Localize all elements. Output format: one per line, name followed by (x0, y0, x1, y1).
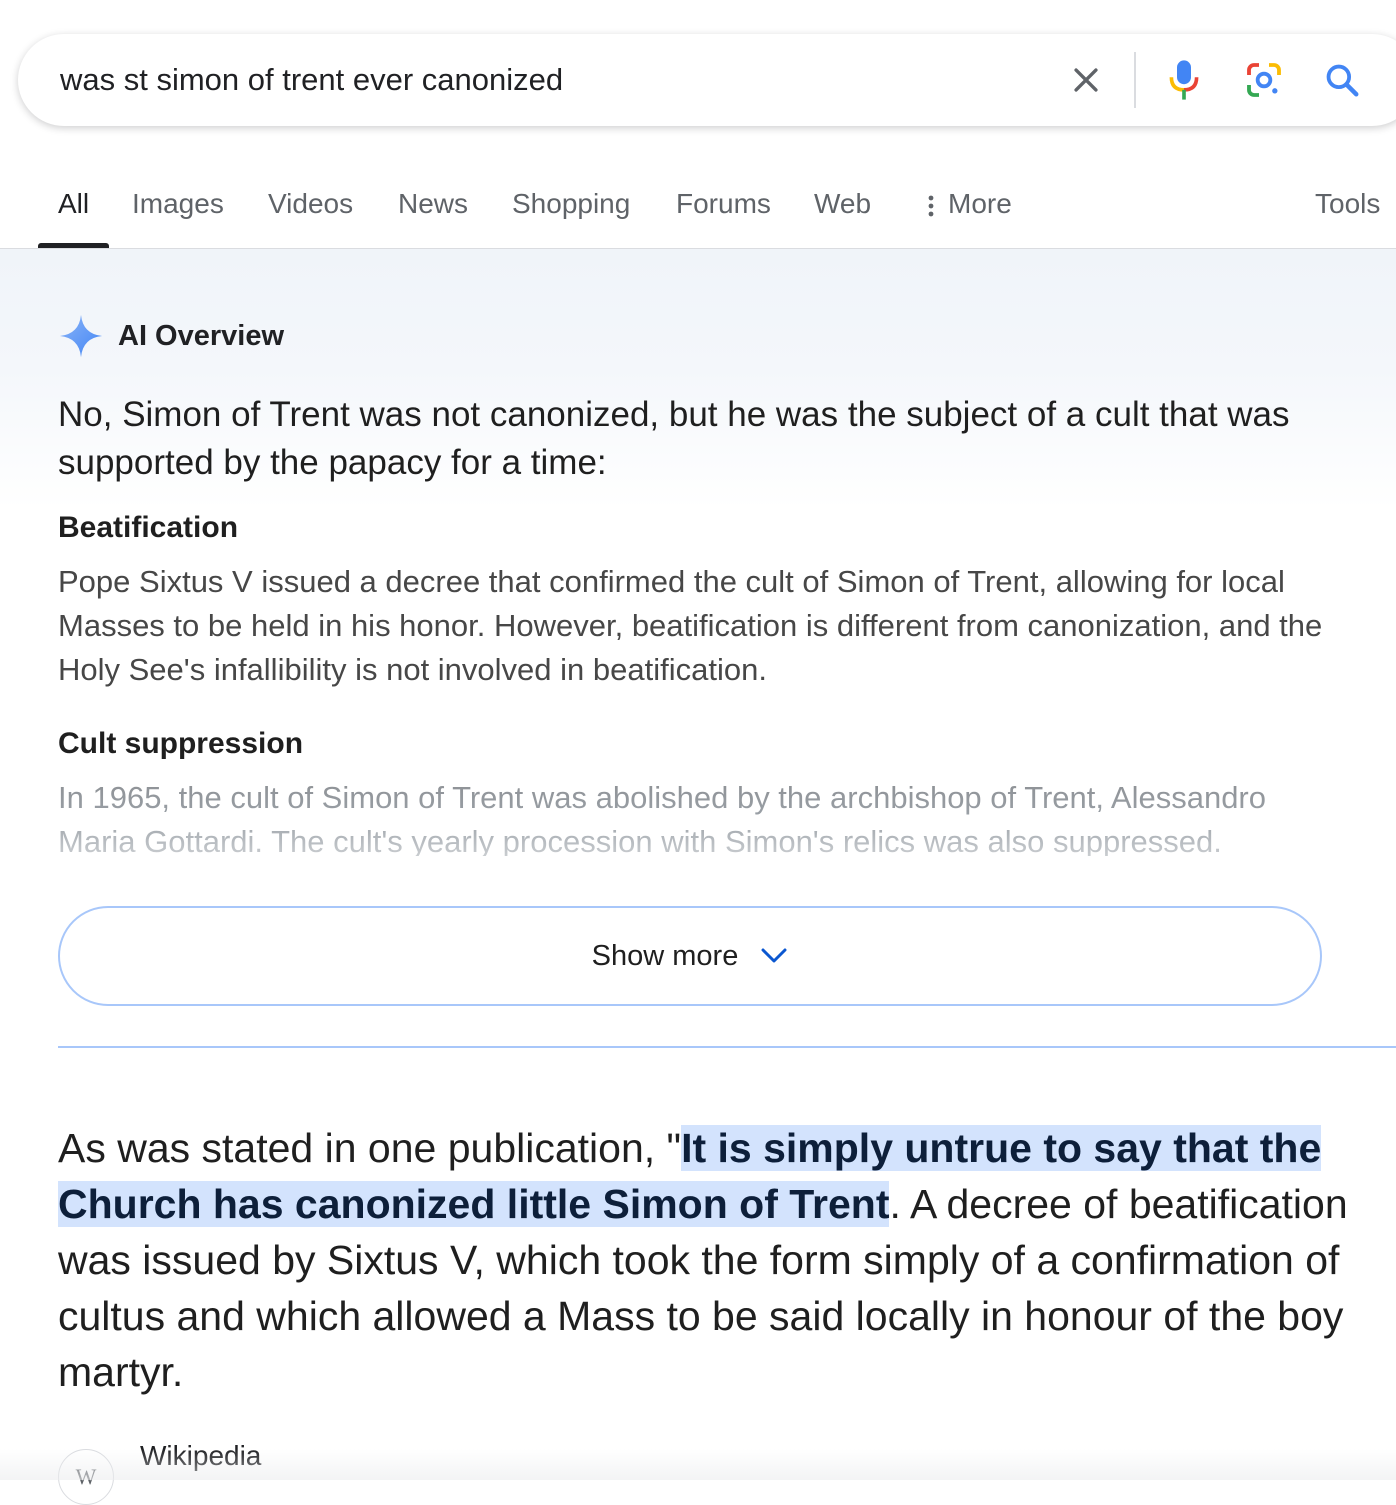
show-more-label: Show more (591, 939, 739, 972)
search-icon[interactable] (1320, 58, 1364, 102)
section-body: In 1965, the cult of Simon of Trent was … (58, 776, 1328, 856)
show-more-button[interactable]: Show more (58, 906, 1322, 1006)
ai-overview-title: AI Overview (118, 319, 285, 352)
close-icon[interactable] (1064, 58, 1108, 102)
divider (58, 1046, 1396, 1048)
ai-overview-panel: AI Overview No, Simon of Trent was not c… (0, 249, 1396, 1505)
source-name[interactable]: Wikipedia (140, 1440, 261, 1472)
section-heading: Beatification (58, 511, 239, 544)
camera-lens-icon[interactable] (1242, 58, 1286, 102)
active-tab-indicator (38, 243, 109, 248)
tab-videos[interactable]: Videos (268, 188, 353, 220)
tab-news[interactable]: News (398, 188, 468, 220)
tab-web[interactable]: Web (814, 188, 871, 220)
tab-more-label: More (948, 188, 1012, 219)
tab-shopping[interactable]: Shopping (512, 188, 630, 220)
snippet-text: As was stated in one publication, " (58, 1125, 682, 1171)
microphone-icon[interactable] (1162, 58, 1206, 102)
tools-button[interactable]: Tools (1315, 188, 1380, 220)
tab-forums[interactable]: Forums (676, 188, 771, 220)
tab-images[interactable]: Images (132, 188, 224, 220)
source-link[interactable]: W Wikipedia (58, 1440, 261, 1505)
search-input[interactable]: was st simon of trent ever canonized (60, 62, 563, 98)
chevron-down-icon (760, 947, 788, 965)
search-tabs: All Images Videos News Shopping Forums W… (0, 170, 1396, 249)
tab-more[interactable]: More (928, 188, 1012, 220)
tab-all[interactable]: All (58, 188, 89, 220)
ai-overview-header: AI Overview (58, 313, 284, 359)
section-body: Pope Sixtus V issued a decree that confi… (58, 564, 1323, 687)
search-bar: was st simon of trent ever canonized (18, 34, 1396, 126)
featured-snippet: As was stated in one publication, "It is… (58, 1120, 1348, 1400)
search-bar-divider (1134, 52, 1136, 108)
sparkle-icon (59, 314, 103, 358)
wikipedia-logo-icon: W (58, 1449, 114, 1505)
section-heading: Cult suppression (58, 727, 304, 760)
ai-overview-lead: No, Simon of Trent was not canonized, bu… (58, 395, 1290, 482)
vertical-dots-icon (928, 195, 934, 217)
